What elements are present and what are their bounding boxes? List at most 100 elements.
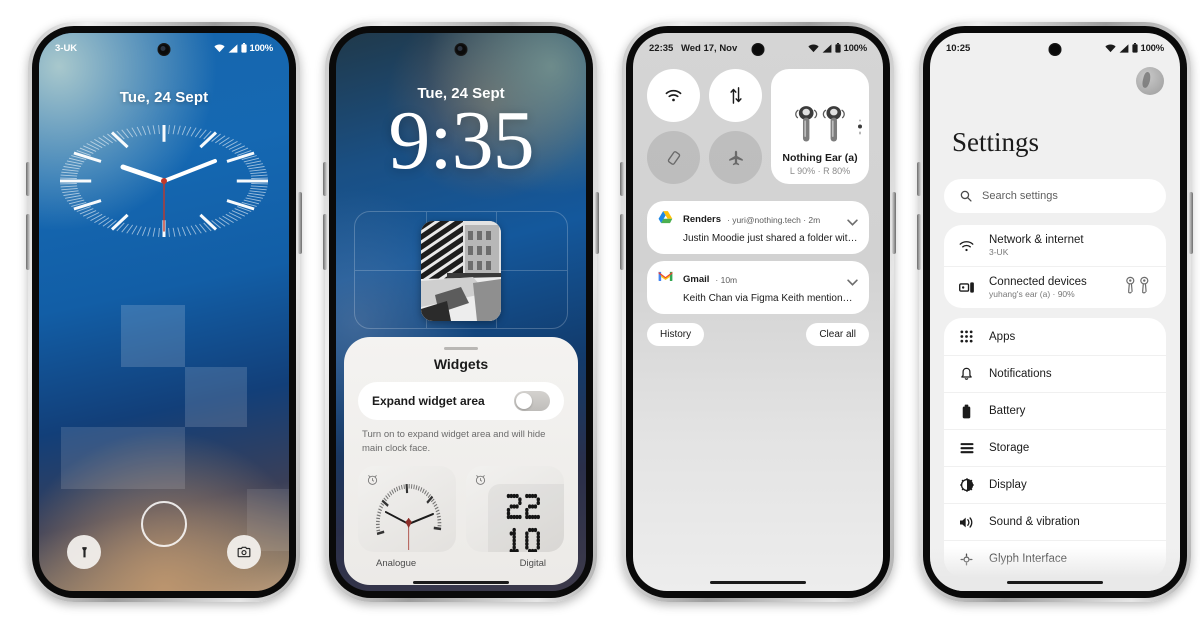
- toggle-knob: [516, 393, 532, 409]
- settings-row-notifications[interactable]: Notifications: [944, 355, 1166, 392]
- wifi-icon: [665, 89, 682, 102]
- expand-widget-area-label: Expand widget area: [372, 394, 485, 408]
- volume-icon: [958, 516, 975, 529]
- dot: [858, 131, 862, 134]
- volume-up-button[interactable]: [620, 162, 624, 196]
- volume-up-button[interactable]: [917, 162, 921, 196]
- settings-row-battery[interactable]: Battery: [944, 392, 1166, 429]
- volume-down-button[interactable]: [323, 214, 327, 270]
- phone-3-screen: 22:35 Wed 17, Nov 100% Nothing Ear (a) L…: [633, 33, 883, 591]
- notification-app-name: Gmail: [683, 274, 710, 285]
- settings-row-storage[interactable]: Storage: [944, 429, 1166, 466]
- signal-icon: [228, 43, 237, 53]
- phone-4-settings: 10:25 100% Settings Search settings Netw…: [917, 22, 1193, 602]
- widget-card-analogue[interactable]: [358, 465, 456, 552]
- display-icon: [958, 478, 975, 492]
- chevron-down-icon[interactable]: [847, 213, 858, 231]
- gesture-nav-bar[interactable]: [413, 580, 509, 584]
- power-button[interactable]: [1189, 192, 1193, 254]
- settings-row-label: Notifications: [989, 368, 1052, 380]
- search-settings-field[interactable]: Search settings: [944, 179, 1166, 213]
- status-icons: 100%: [1104, 43, 1164, 54]
- settings-row-display[interactable]: Display: [944, 466, 1166, 503]
- notification-actions: History Clear all: [647, 323, 869, 346]
- lockscreen-date: Tue, 24 Sept: [119, 89, 209, 106]
- wifi-icon: [807, 43, 819, 52]
- settings-row-label: Network & internet: [989, 234, 1084, 246]
- settings-row-apps[interactable]: Apps: [944, 318, 1166, 355]
- qs-tile-mobile-data[interactable]: [709, 69, 762, 122]
- phone-3-quick-settings: 22:35 Wed 17, Nov 100% Nothing Ear (a) L…: [620, 22, 896, 602]
- battery-percent: 100%: [249, 42, 274, 54]
- widget-card-digital[interactable]: [466, 465, 564, 552]
- volume-down-button[interactable]: [26, 214, 30, 270]
- quick-settings-tiles: [647, 69, 762, 184]
- gesture-nav-bar[interactable]: [710, 580, 806, 584]
- photo-widget-image: [421, 221, 501, 321]
- widget-label-digital: Digital: [519, 557, 546, 569]
- gmail-icon: [658, 270, 677, 289]
- expand-widget-area-row[interactable]: Expand widget area: [358, 382, 564, 420]
- settings-row-sound-vibration[interactable]: Sound & vibration: [944, 503, 1166, 540]
- digital-widget-preview: [506, 493, 540, 552]
- volume-up-button[interactable]: [323, 162, 327, 196]
- notification-header: Renders · yuri@nothing.tech · 2m: [658, 210, 858, 229]
- status-time-date: 22:35 Wed 17, Nov: [649, 43, 737, 54]
- widget-card-labels: Analogue Digital: [358, 552, 564, 569]
- power-button[interactable]: [595, 192, 599, 254]
- status-icons: 100%: [213, 42, 274, 54]
- front-camera-punch-hole: [454, 43, 468, 56]
- clear-all-button[interactable]: Clear all: [806, 323, 869, 346]
- history-button[interactable]: History: [647, 323, 705, 346]
- battery-percent: 100%: [843, 42, 868, 54]
- notification-item-drive[interactable]: Renders · yuri@nothing.tech · 2m Justin …: [647, 201, 869, 254]
- chevron-down-icon[interactable]: [847, 273, 858, 291]
- front-camera-punch-hole: [157, 43, 171, 56]
- notification-app-name: Renders: [683, 214, 722, 225]
- phone-2-widgets-picker: Tue, 24 Sept 9:35 Widgets Expand widget …: [323, 22, 599, 602]
- status-time: 22:35: [649, 42, 674, 54]
- expand-widget-area-toggle[interactable]: [514, 391, 550, 411]
- settings-row-label: Battery: [989, 405, 1026, 417]
- lockscreen-shortcuts: [39, 535, 289, 569]
- widget-preview-cards: [358, 465, 564, 552]
- qs-tile-auto-rotate[interactable]: [647, 131, 700, 184]
- settings-row-connected-devices[interactable]: Connected devices yuhang's ear (a) · 90%: [944, 266, 1166, 308]
- status-date: Wed 17, Nov: [680, 42, 738, 54]
- settings-row-label: Apps: [989, 330, 1016, 343]
- notification-list: Renders · yuri@nothing.tech · 2m Justin …: [647, 201, 869, 346]
- search-icon: [960, 190, 972, 202]
- dot-active: [858, 124, 862, 129]
- phone-4-screen: 10:25 100% Settings Search settings Netw…: [930, 33, 1180, 591]
- photo-widget[interactable]: [421, 221, 501, 321]
- front-camera-punch-hole: [1048, 43, 1062, 56]
- list-fade-overlay: [930, 547, 1180, 591]
- screenshot-root: 3-UK 100% Tue, 24 Sept Tue, 24 Sept 9:35…: [0, 0, 1200, 626]
- settings-row-network-internet[interactable]: Network & internet 3-UK: [944, 225, 1166, 266]
- wifi-icon: [958, 240, 975, 252]
- power-button[interactable]: [892, 192, 896, 254]
- sheet-drag-handle[interactable]: [444, 347, 478, 350]
- power-button[interactable]: [298, 192, 302, 254]
- volume-down-button[interactable]: [917, 214, 921, 270]
- google-drive-icon: [658, 210, 677, 229]
- auto-rotate-icon: [667, 150, 680, 165]
- volume-up-button[interactable]: [26, 162, 30, 196]
- media-card-indicator: [858, 119, 862, 134]
- volume-down-button[interactable]: [620, 214, 624, 270]
- widget-label-analogue: Analogue: [376, 557, 417, 569]
- account-avatar[interactable]: [1136, 67, 1164, 95]
- settings-row-text: Network & internet 3-UK: [989, 234, 1084, 257]
- wallpaper-square: [121, 305, 185, 367]
- notification-item-gmail[interactable]: Gmail · 10m Keith Chan via Figma Keith m…: [647, 261, 869, 314]
- qs-tile-airplane-mode[interactable]: [709, 131, 762, 184]
- camera-button[interactable]: [227, 535, 261, 569]
- search-placeholder: Search settings: [982, 190, 1058, 202]
- media-device-card[interactable]: Nothing Ear (a) L 90% · R 80%: [771, 69, 869, 184]
- analogue-clock-widget[interactable]: [51, 119, 277, 243]
- flashlight-button[interactable]: [67, 535, 101, 569]
- gesture-nav-bar[interactable]: [1007, 580, 1103, 584]
- qs-tile-wifi[interactable]: [647, 69, 700, 122]
- wifi-icon: [213, 43, 225, 52]
- earbuds-icon: [1124, 274, 1152, 301]
